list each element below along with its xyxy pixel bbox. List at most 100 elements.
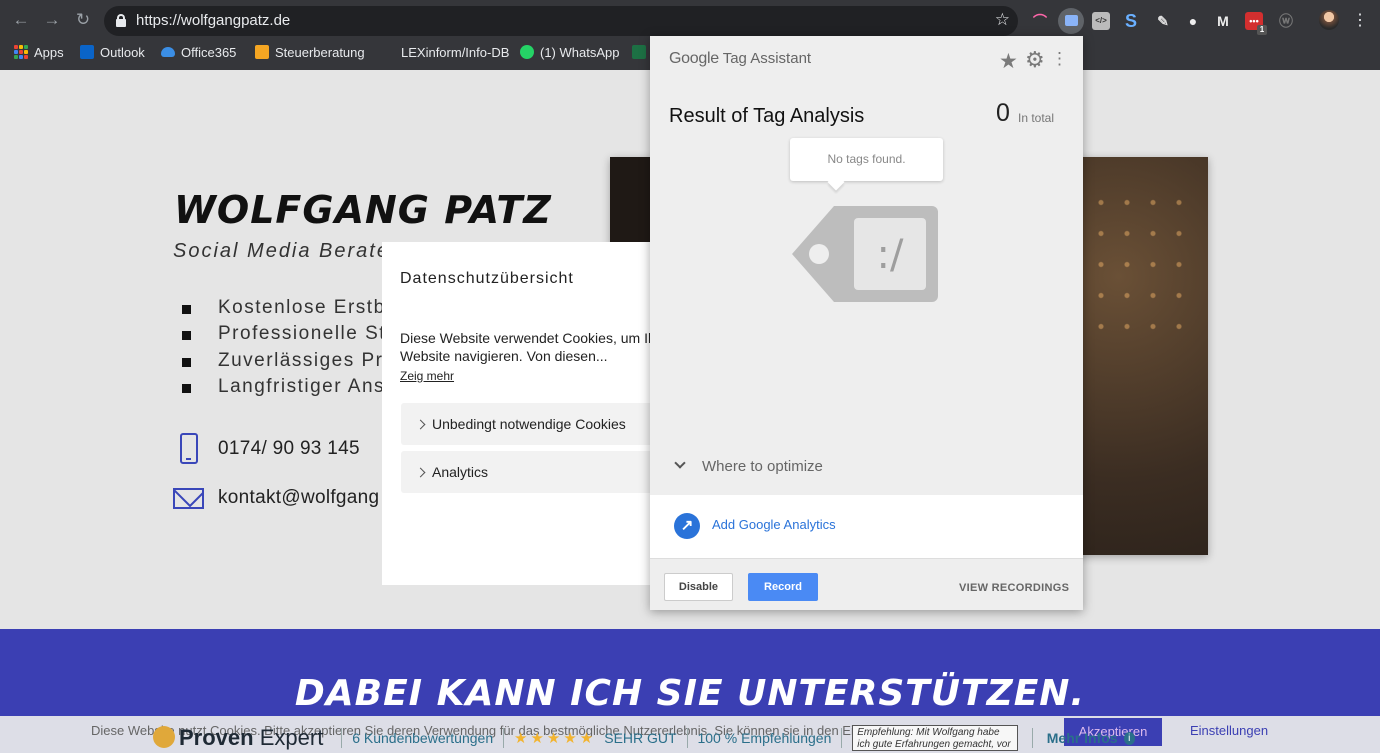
bookmark-lexinform[interactable]: LEXinform/Info-DB [401,40,509,64]
rating-stars: ★★★★★ [514,730,597,747]
tag-count-label: In total [1018,111,1055,125]
tag-face-text: :/ [877,232,904,278]
browser-toolbar: ← → ↻ https://wolfgangpatz.de ☆ ⌒ </> S … [0,0,1380,40]
recommendation-rate: 100 % Empfehlungen [697,730,832,746]
rating-label: SEHR GUT [604,730,677,746]
accordion-label: Analytics [432,464,489,480]
proven-expert-logo-a: Proven [179,725,254,750]
accordion-analytics[interactable]: Analytics [401,451,650,493]
bookmark-label: Steuerberatung [275,44,365,60]
excel-icon [632,45,646,59]
bookmark-outlook[interactable]: Outlook [80,40,145,64]
more-info-link[interactable]: Mehr Infos [1047,730,1118,746]
feature-text: Zuverlässiges Pro [218,350,396,371]
feature-text: Professionelle Str [218,323,394,344]
proven-expert-widget[interactable]: Proven Expert 6 Kundenbewertungen ★★★★★ … [145,723,1136,753]
feature-bullet: Professionelle Str [182,323,394,345]
folder-icon [255,45,269,59]
bookmark-label: Apps [34,44,64,60]
browser-menu-icon[interactable]: ⋮ [1352,10,1368,30]
add-analytics-row: ↗ Add Google Analytics [650,495,1083,558]
feature-text: Kostenlose Erstbe [218,297,398,318]
where-to-optimize-label: Where to optimize [702,458,823,475]
bookmark-star-icon[interactable]: ☆ [995,10,1010,30]
chevron-right-icon [415,419,426,430]
lock-icon [116,14,126,27]
feature-text: Langfristiger Ansp [218,376,398,397]
tag-assistant-logo: Google Tag Assistant [669,50,811,68]
proven-expert-check-icon [153,726,175,748]
phone-number[interactable]: 0174/ 90 93 145 [218,438,360,460]
product-name: Tag Assistant [718,50,812,67]
disable-button[interactable]: Disable [664,573,733,601]
chevron-right-icon [415,467,426,478]
bookmark-steuerberatung[interactable]: Steuerberatung [255,40,365,64]
star-icon[interactable]: ★ [999,49,1018,74]
view-recordings-button[interactable]: VIEW RECORDINGS [959,582,1069,594]
address-bar[interactable]: https://wolfgangpatz.de ☆ [104,6,1018,36]
chevron-down-icon [674,457,686,469]
s-ext-icon[interactable]: S [1122,12,1140,30]
rainbow-ext-icon[interactable]: ⌒ [1031,12,1049,30]
accordion-necessary-cookies[interactable]: Unbedingt notwendige Cookies [401,403,650,445]
google-wordmark: Google [669,50,719,67]
bookmark-apps[interactable]: Apps [14,40,64,64]
red-ext-icon[interactable]: ••• 1 [1245,12,1267,35]
site-title: WOLFGANG PATZ [174,188,552,232]
ball-ext-icon[interactable]: ● [1184,12,1202,30]
m-ext-icon[interactable]: M [1214,12,1232,30]
back-arrow-icon[interactable]: ← [11,10,31,30]
bookmark-label: Outlook [100,44,145,60]
bookmark-label: Office365 [181,44,237,60]
info-icon: i [1123,731,1136,745]
more-vert-icon[interactable]: ⋮ [1051,49,1068,69]
forward-arrow-icon[interactable]: → [42,10,62,30]
arrow-up-right-icon: ↗ [674,513,700,539]
code-ext-icon[interactable]: </> [1092,12,1110,30]
reload-icon[interactable]: ↻ [73,10,93,30]
privacy-text: Diese Website verwendet Cookies, um Ih W… [400,330,650,364]
feature-bullet: Kostenlose Erstbe [182,297,398,319]
privacy-title: Datenschutzübersicht [400,270,574,287]
gear-icon[interactable]: ⚙ [1025,47,1045,73]
feature-bullet: Langfristiger Ansp [182,376,397,398]
bookmark-label: (1) WhatsApp [540,44,620,60]
whatsapp-icon [520,45,534,59]
email-address[interactable]: kontakt@wolfgang [218,487,379,509]
proven-expert-logo-b: Expert [259,725,324,750]
proven-expert-logo: Proven Expert [179,725,323,751]
add-google-analytics-link[interactable]: Add Google Analytics [712,517,836,532]
services-heading: DABEI KANN ICH SIE UNTERSTÜTZEN. [294,673,1086,714]
apps-grid-icon [14,45,28,59]
record-button[interactable]: Record [748,573,818,601]
result-title: Result of Tag Analysis [669,105,865,127]
cloud-icon [161,47,175,57]
profile-avatar[interactable] [1319,10,1339,30]
review-count: 6 Kundenbewertungen [352,730,494,746]
empty-tag-icon: :/ [792,206,938,302]
show-more-link[interactable]: Zeig mehr [400,369,454,383]
feature-bullet: Zuverlässiges Pro [182,350,396,372]
wordpress-icon[interactable]: ⓦ [1277,12,1295,30]
bookmark-whatsapp[interactable]: (1) WhatsApp [520,40,619,64]
bookmark-office365[interactable]: Office365 [161,40,236,64]
pen-ext-icon[interactable]: ✎ [1154,12,1172,30]
tag-assistant-icon[interactable] [1058,8,1084,34]
review-quote: Empfehlung: Mit Wolfgang habe ich gute E… [852,725,1018,751]
tag-assistant-popup: Google Tag Assistant ★ ⚙ ⋮ Result of Tag… [650,36,1083,610]
bookmark-label: LEXinform/Info-DB [401,44,510,60]
red-ext-badge: 1 [1257,25,1267,35]
cookie-settings-link[interactable]: Einstellungen [1190,723,1268,738]
tag-count: 0 [996,99,1010,127]
url-text[interactable]: https://wolfgangpatz.de [136,12,290,29]
no-tags-tooltip: No tags found. [790,138,943,181]
tag-assistant-footer: Disable Record VIEW RECORDINGS [650,558,1083,610]
privacy-overview-modal: Datenschutzübersicht Diese Website verwe… [382,242,650,585]
where-to-optimize-toggle[interactable]: Where to optimize [672,457,823,475]
bookmark-excel[interactable] [632,40,646,64]
phone-icon [180,433,198,464]
outlook-icon [80,45,94,59]
site-tagline: Social Media Berater [173,240,399,262]
accordion-label: Unbedingt notwendige Cookies [432,416,626,432]
mail-icon [173,488,204,509]
